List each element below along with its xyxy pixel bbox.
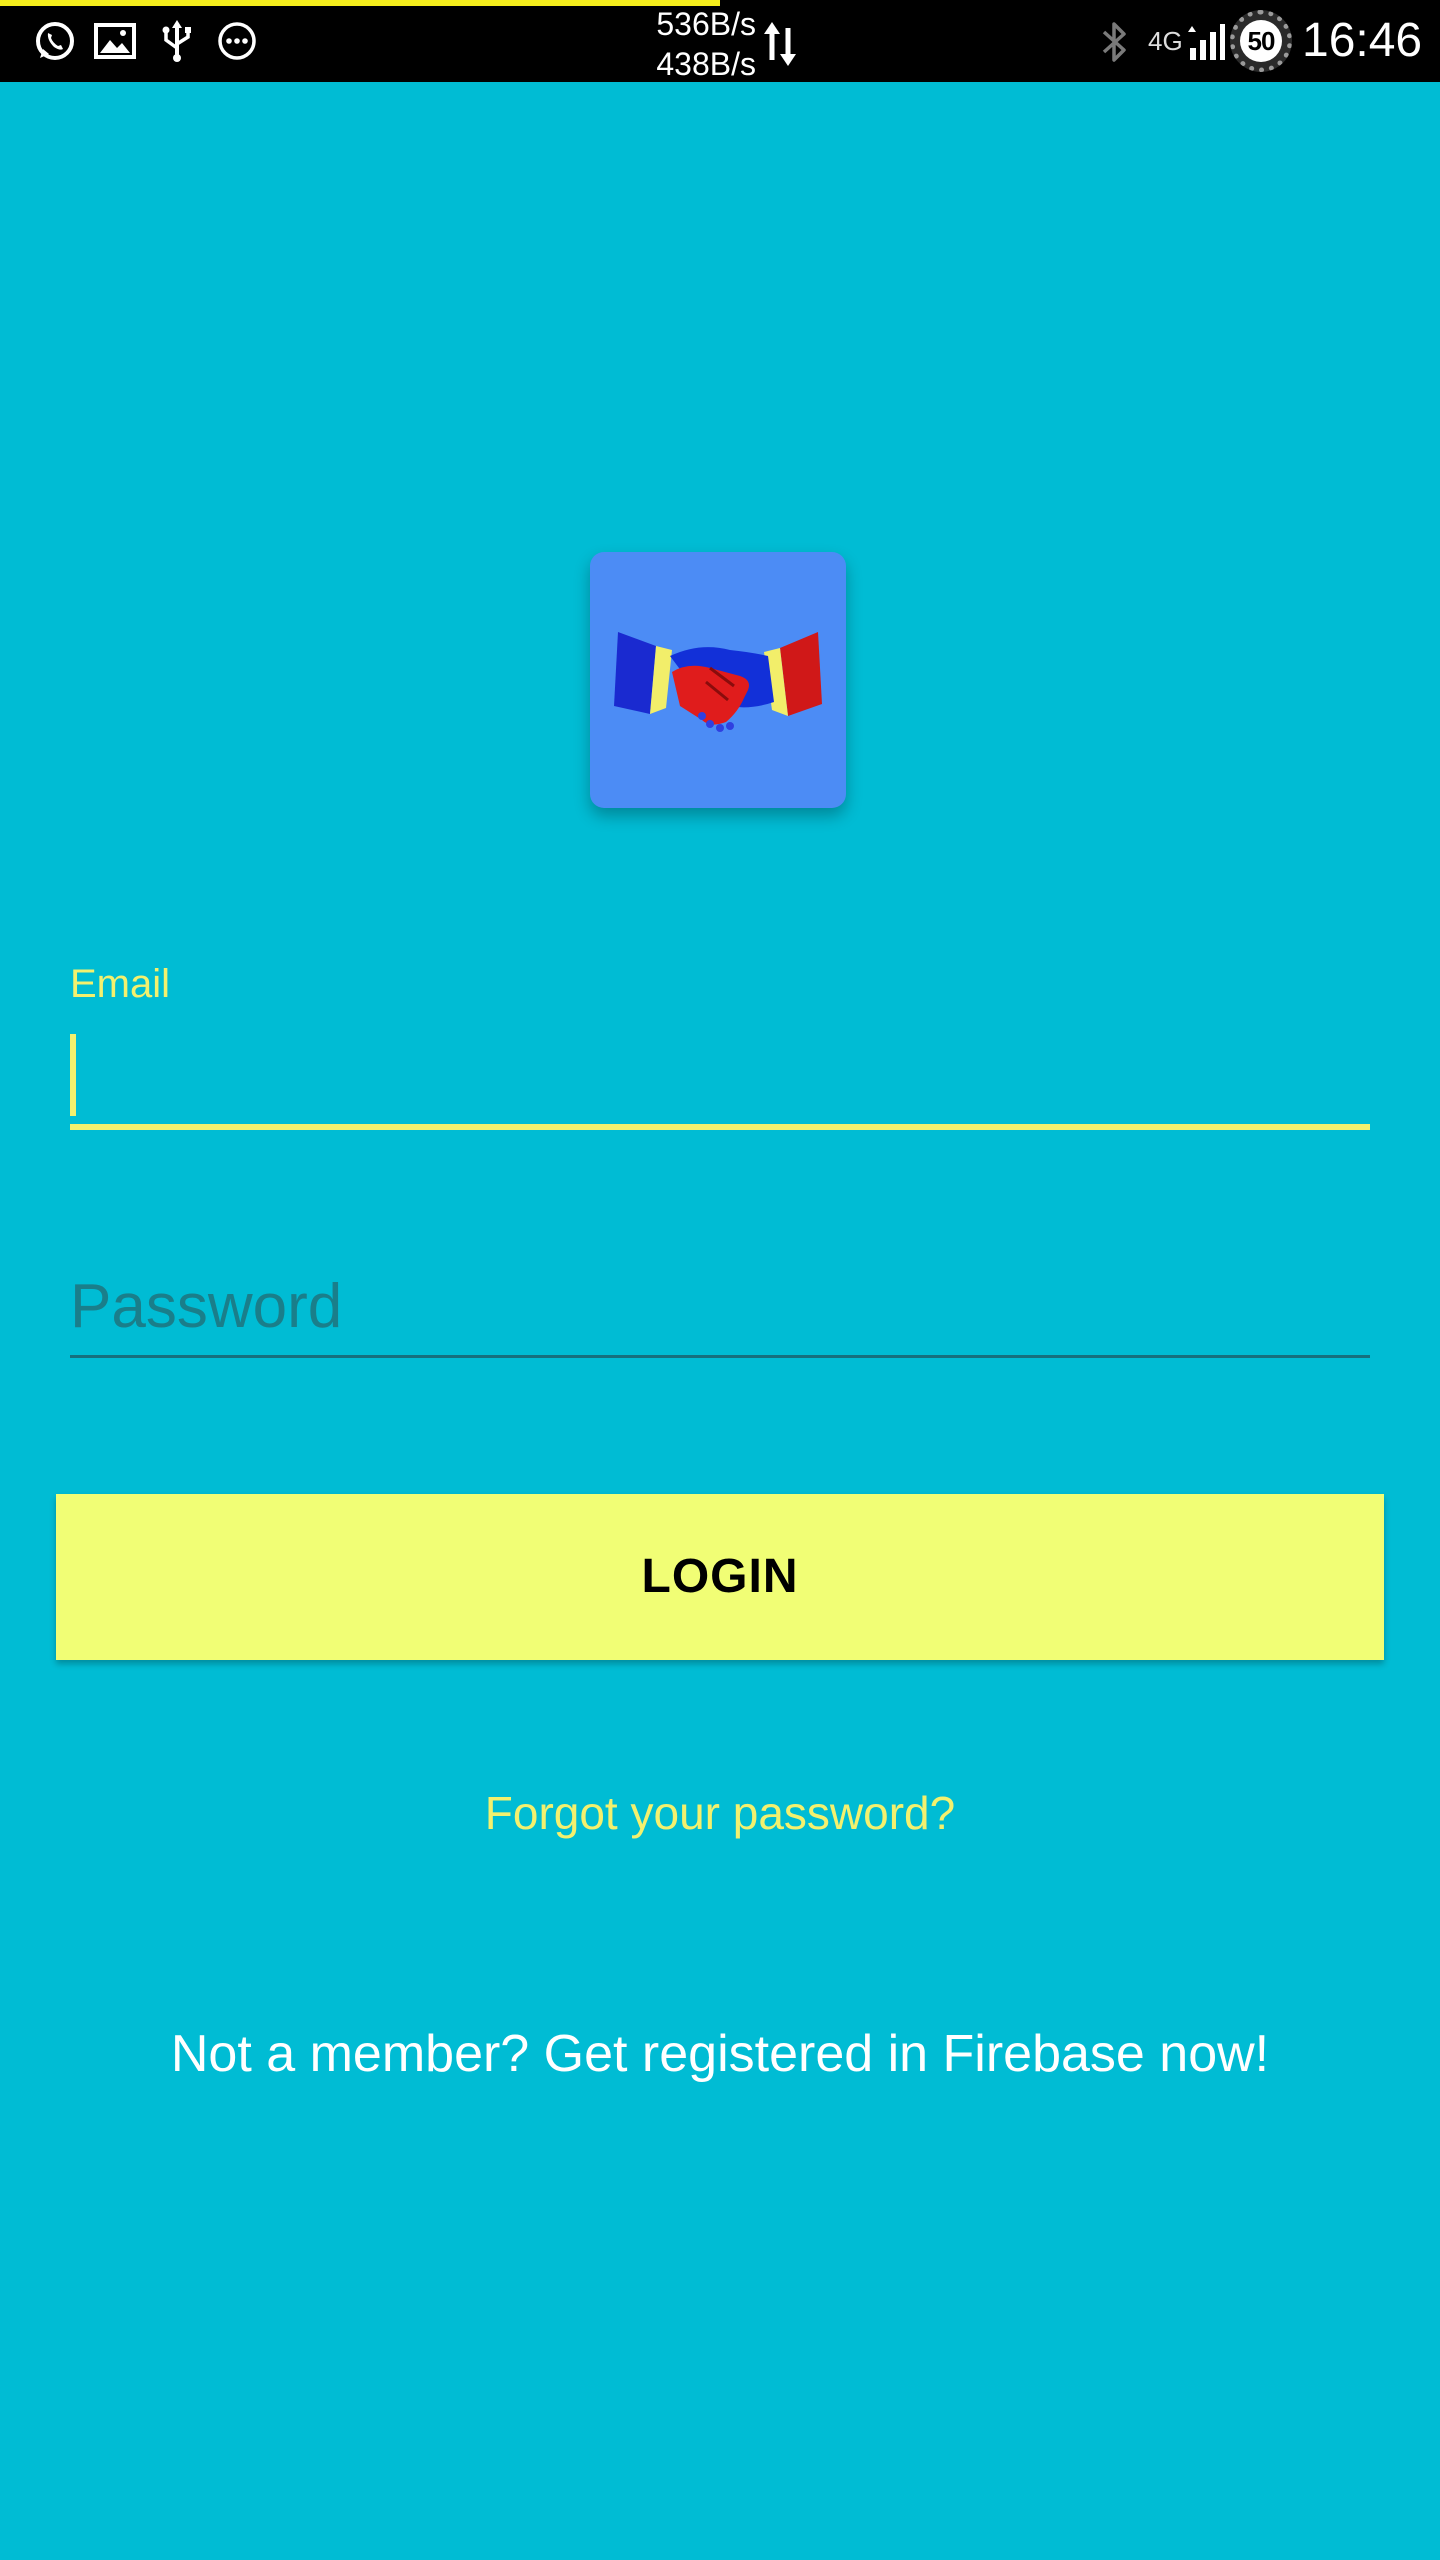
email-label: Email (70, 962, 171, 1006)
email-field[interactable] (70, 1030, 1370, 1118)
download-progress-bar (0, 0, 720, 6)
upload-speed: 536B/s (656, 6, 756, 42)
signal-icon (1188, 22, 1226, 62)
more-dots-icon (214, 18, 260, 64)
gallery-icon (92, 18, 138, 64)
data-transfer-arrows-icon (760, 20, 800, 68)
login-button[interactable]: LOGIN (56, 1494, 1384, 1660)
network-type: 4G (1148, 26, 1183, 56)
email-underline (70, 1124, 1370, 1130)
download-speed: 438B/s (656, 46, 756, 82)
battery-level: 50 (1240, 20, 1282, 62)
status-bar: 536B/s 438B/s 4G 50 16:46 (0, 0, 1440, 82)
network-speed: 536B/s 438B/s (636, 4, 756, 84)
password-field[interactable] (70, 1258, 1370, 1354)
forgot-password-link[interactable]: Forgot your password? (0, 1786, 1440, 1840)
password-underline (70, 1355, 1370, 1358)
clock: 16:46 (1302, 14, 1423, 67)
handshake-icon (614, 632, 822, 732)
app-logo (590, 552, 846, 808)
register-link[interactable]: Not a member? Get registered in Firebase… (0, 2024, 1440, 2084)
bluetooth-icon (1094, 18, 1134, 66)
usb-icon (154, 18, 200, 64)
battery-ring-icon: 50 (1230, 10, 1292, 72)
whatsapp-icon (32, 18, 78, 64)
text-cursor (70, 1034, 76, 1116)
